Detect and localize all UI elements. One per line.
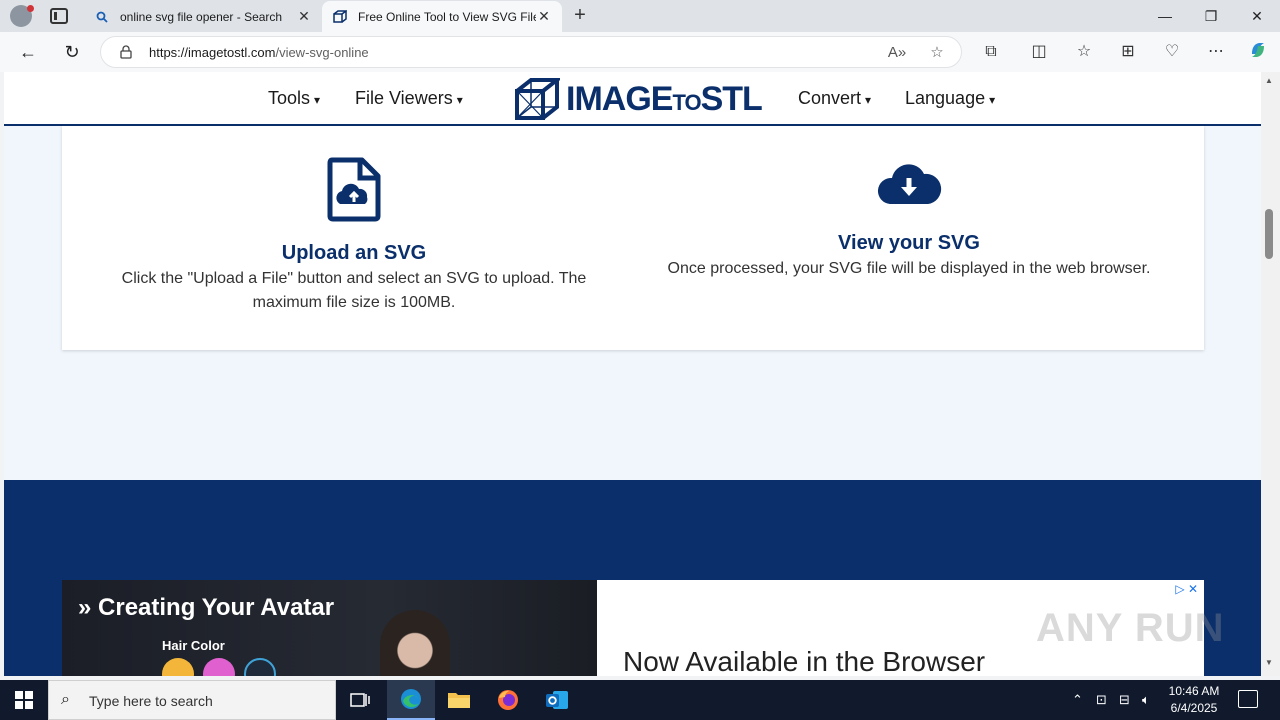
notification-dot [27, 5, 34, 12]
page-viewport: Tools ▾ File Viewers ▾ IMAGETOSTL Convert ▾… [4, 72, 1261, 676]
feature-view-title: View your SVG [838, 232, 980, 254]
logo-text: IMAGETOSTL [566, 79, 763, 119]
cloud-download-icon [877, 164, 942, 204]
site-logo[interactable]: IMAGETOSTL [514, 76, 763, 122]
windows-taskbar: ⌕ Type here to search ⌃ ⊡ ⊟ 🔈︎ 10:46 AM … [0, 680, 1280, 720]
file-upload-icon [327, 157, 381, 222]
favorites-icon[interactable]: ☆ [1072, 40, 1096, 64]
chevron-down-icon: ▾ [314, 93, 321, 107]
url-text: https://imagetostl.com/view-svg-online [149, 45, 369, 60]
task-view-icon[interactable] [336, 680, 384, 720]
volume-icon[interactable]: 🔈︎ [1142, 692, 1150, 708]
search-icon [94, 9, 110, 25]
avatar-portrait-image [380, 610, 450, 676]
favorite-star-icon[interactable]: ☆ [927, 43, 947, 63]
search-icon: ⌕ [61, 691, 70, 708]
nav-language[interactable]: Language ▾ [905, 88, 995, 109]
nav-file-viewers-label: File Viewers [355, 88, 453, 108]
start-button[interactable] [0, 680, 48, 720]
split-screen-icon[interactable]: ◫ [1027, 40, 1051, 64]
chevron-up-icon[interactable]: ⌃ [1072, 692, 1083, 708]
more-menu-icon[interactable]: ⋯ [1204, 40, 1228, 64]
cube-logo-icon [515, 78, 560, 120]
cube-icon [332, 9, 348, 25]
tab-label: Free Online Tool to View SVG File [358, 9, 536, 24]
windows-logo-icon [15, 691, 33, 709]
ad-right-text: Now Available in the Browser [623, 646, 986, 676]
collections-icon[interactable]: ⊞ [1116, 40, 1140, 64]
steps-card: Upload an SVG Click the "Upload a File" … [62, 126, 1204, 350]
ad-headline: » Creating Your Avatar [78, 594, 334, 622]
double-chevron-icon: » [78, 594, 92, 621]
advertisement-banner[interactable]: » Creating Your Avatar Hair Color ▷ ✕ No… [62, 580, 1204, 676]
edge-taskbar-icon[interactable] [387, 680, 435, 720]
extensions-icon[interactable]: ⧉ [979, 40, 1003, 64]
nav-convert-label: Convert [798, 88, 862, 108]
url-field[interactable]: https://imagetostl.com/view-svg-online A… [100, 36, 962, 68]
page-scrollbar[interactable]: ▲ ▼ [1261, 72, 1280, 676]
chevron-down-icon: ▾ [989, 93, 996, 107]
url-domain: https://imagetostl.com [149, 45, 276, 60]
tab-label: online svg file opener - Search [120, 9, 283, 24]
refresh-icon[interactable]: ↻ [58, 38, 86, 66]
feature-upload-text: Click the "Upload a File" button and sel… [121, 270, 587, 311]
tab-search[interactable]: online svg file opener - Search ✕ [84, 1, 322, 32]
lock-icon[interactable] [119, 45, 133, 59]
meet-now-icon[interactable]: ⊡ [1096, 692, 1107, 708]
outlook-icon[interactable] [533, 680, 581, 720]
restore-icon[interactable]: ❐ [1188, 0, 1234, 32]
swatch-yellow [162, 658, 194, 676]
tab-actions-icon[interactable] [50, 8, 68, 24]
nav-convert[interactable]: Convert ▾ [798, 88, 871, 109]
swatch-dark [244, 658, 276, 676]
adchoices-icon[interactable]: ▷ ✕ [1175, 582, 1198, 596]
notification-center-icon[interactable] [1238, 690, 1258, 708]
read-aloud-icon[interactable]: A» [887, 43, 907, 63]
taskbar-search[interactable]: ⌕ Type here to search [48, 680, 336, 720]
clock-date: 6/4/2025 [1170, 701, 1218, 715]
nav-tools[interactable]: Tools ▾ [268, 88, 320, 109]
taskbar-clock[interactable]: 10:46 AM 6/4/2025 [1160, 683, 1228, 717]
logo-word-image: IMAGE [566, 79, 673, 118]
scroll-down-icon[interactable]: ▼ [1265, 658, 1273, 667]
nav-tools-label: Tools [268, 88, 311, 108]
chevron-down-icon: ▾ [865, 93, 872, 107]
clock-time: 10:46 AM [1168, 684, 1220, 698]
file-explorer-icon[interactable] [435, 680, 483, 720]
browser-essentials-icon[interactable]: ♡ [1160, 40, 1184, 64]
tab-imagetostl[interactable]: Free Online Tool to View SVG File ✕ [322, 1, 562, 32]
logo-word-stl: STL [700, 79, 763, 118]
feature-view: View your SVG Once processed, your SVG f… [639, 126, 1179, 281]
back-icon[interactable]: ← [14, 38, 42, 66]
tab-bar: online svg file opener - Search ✕ Free O… [0, 0, 1280, 32]
swatch-pink [203, 658, 235, 676]
minimize-icon[interactable]: — [1142, 0, 1188, 32]
nav-language-label: Language [905, 88, 986, 108]
scrollbar-thumb[interactable] [1265, 209, 1273, 259]
ad-image-panel[interactable]: » Creating Your Avatar Hair Color [62, 580, 597, 676]
network-icon[interactable]: ⊟ [1119, 692, 1130, 708]
chevron-down-icon: ▾ [456, 93, 463, 107]
feature-view-text: Once processed, your SVG file will be di… [667, 260, 1151, 277]
window-close-icon[interactable]: ✕ [1234, 0, 1280, 32]
close-icon[interactable]: ✕ [536, 8, 552, 25]
address-bar-row: ← ↻ https://imagetostl.com/view-svg-onli… [0, 32, 1280, 72]
ad-hair-color-label: Hair Color [162, 638, 225, 653]
nav-file-viewers[interactable]: File Viewers ▾ [355, 88, 463, 109]
feature-upload-title: Upload an SVG [281, 242, 427, 264]
scroll-up-icon[interactable]: ▲ [1265, 76, 1273, 85]
firefox-icon[interactable] [484, 680, 532, 720]
url-path: /view-svg-online [275, 45, 369, 60]
taskbar-search-placeholder: Type here to search [89, 693, 213, 709]
logo-word-to: TO [672, 89, 701, 115]
ad-headline-text: Creating Your Avatar [98, 594, 335, 621]
close-icon[interactable]: ✕ [296, 8, 312, 25]
site-header: Tools ▾ File Viewers ▾ IMAGETOSTL Convert ▾… [4, 72, 1261, 126]
copilot-icon[interactable] [1246, 40, 1270, 64]
anyrun-watermark: ANY RUN [1036, 606, 1225, 650]
new-tab-button[interactable]: + [570, 4, 590, 26]
feature-upload: Upload an SVG Click the "Upload a File" … [84, 126, 624, 315]
